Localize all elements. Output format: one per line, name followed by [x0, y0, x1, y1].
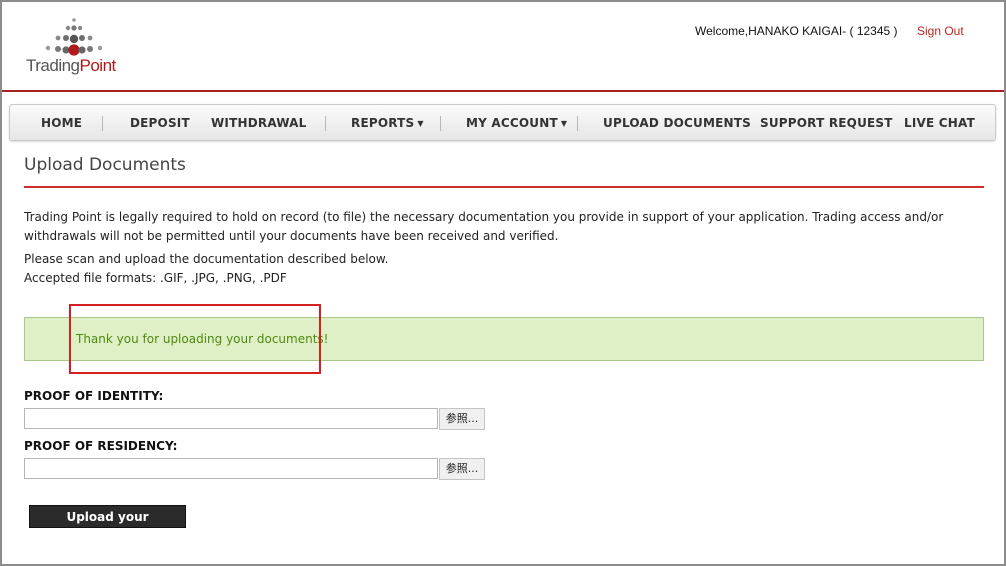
nav-reports[interactable]: REPORTS ▼: [351, 105, 424, 142]
nav-separator: [440, 116, 441, 131]
annotation-highlight-box: [69, 304, 321, 374]
caret-down-icon: ▼: [560, 119, 568, 128]
upload-documents-button[interactable]: Upload your Documents: [29, 505, 186, 547]
proof-of-residency-label: PROOF OF RESIDENCY:: [24, 439, 178, 453]
logo-text-accent: Point: [79, 56, 117, 75]
nav-support-request[interactable]: SUPPORT REQUEST: [760, 105, 893, 142]
browser-page: TradingPoint Welcome,HANAKO KAIGAI- ( 12…: [0, 0, 1006, 566]
nav-deposit[interactable]: DEPOSIT: [130, 105, 190, 142]
nav-upload-documents[interactable]: UPLOAD DOCUMENTS: [603, 105, 751, 142]
instructions-line-1: Please scan and upload the documentation…: [24, 252, 389, 266]
caret-down-icon: ▼: [417, 119, 424, 128]
title-divider: [24, 186, 984, 188]
nav-withdrawal[interactable]: WITHDRAWAL: [211, 105, 307, 142]
page-title: Upload Documents: [24, 155, 186, 175]
nav-home[interactable]: HOME: [41, 105, 82, 142]
header: TradingPoint Welcome,HANAKO KAIGAI- ( 12…: [2, 2, 1004, 92]
proof-of-residency-browse-button[interactable]: 参照...: [439, 458, 485, 480]
nav-my-account-label: MY ACCOUNT: [466, 116, 558, 130]
logo-wordmark: TradingPoint: [26, 56, 116, 76]
nav-separator: [325, 116, 326, 131]
welcome-text: Welcome,HANAKO KAIGAI- ( 12345 ): [695, 24, 898, 38]
nav-separator: [102, 116, 103, 131]
nav-live-chat[interactable]: LIVE CHAT: [904, 105, 975, 142]
proof-of-residency-file-input[interactable]: [24, 458, 438, 479]
main-nav: HOME DEPOSIT WITHDRAWAL REPORTS ▼ MY ACCO…: [9, 104, 996, 141]
instructions-line-2: Accepted file formats: .GIF, .JPG, .PNG,…: [24, 271, 287, 285]
nav-my-account[interactable]: MY ACCOUNT ▼: [466, 105, 567, 142]
sign-out-link[interactable]: Sign Out: [917, 24, 964, 38]
logo-dots-icon: [45, 18, 103, 56]
proof-of-identity-browse-button[interactable]: 参照...: [439, 408, 485, 430]
proof-of-identity-label: PROOF OF IDENTITY:: [24, 389, 164, 403]
nav-reports-label: REPORTS: [351, 116, 415, 130]
header-divider: [2, 90, 1004, 92]
intro-text: Trading Point is legally required to hol…: [24, 210, 944, 243]
logo-text-main: Trading: [26, 56, 80, 75]
proof-of-identity-file-input[interactable]: [24, 408, 438, 429]
tradingpoint-logo[interactable]: TradingPoint: [24, 16, 134, 80]
nav-separator: [577, 116, 578, 131]
